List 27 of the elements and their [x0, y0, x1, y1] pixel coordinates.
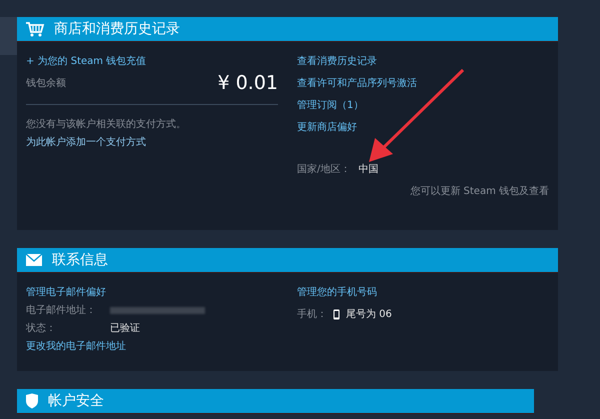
account-link[interactable]: 管理订阅（1） — [297, 98, 364, 112]
phone-value: 尾号为 06 — [346, 308, 392, 321]
phone-label: 手机： — [297, 308, 327, 321]
status-value: 已验证 — [110, 322, 140, 335]
country-value: 中国 — [358, 162, 378, 176]
section-title: 商店和消费历史记录 — [54, 20, 180, 38]
email-prefs-link[interactable]: 管理电子邮件偏好 — [26, 285, 106, 299]
wallet-note: 您可以更新 Steam 钱包及查看 — [410, 184, 549, 198]
account-link[interactable]: 查看消费历史记录 — [297, 54, 377, 68]
wallet-balance: ¥ 0.01 — [218, 72, 278, 94]
section-title: 联系信息 — [52, 251, 108, 269]
add-funds-link[interactable]: + 为您的 Steam 钱包充值 — [26, 54, 146, 68]
phone-icon — [333, 308, 340, 320]
email-label: 电子邮件地址： — [26, 304, 97, 317]
phone-link[interactable]: 管理您的手机号码 — [297, 285, 377, 299]
cart-icon — [25, 21, 45, 37]
add-payment-link[interactable]: 为此帐户添加一个支付方式 — [26, 135, 146, 149]
country-label: 国家/地区： — [297, 162, 350, 176]
status-label: 状态： — [26, 322, 57, 335]
section-title: 帐户安全 — [48, 392, 104, 410]
account-link[interactable]: 查看许可和产品序列号激活 — [297, 76, 417, 90]
change-email-link[interactable]: 更改我的电子邮件地址 — [26, 339, 126, 353]
account-link[interactable]: 更新商店偏好 — [297, 120, 357, 134]
balance-label: 钱包余额 — [26, 76, 66, 90]
shield-icon — [25, 393, 39, 409]
no-payment-text: 您没有与该帐户相关联的支付方式。 — [26, 118, 186, 131]
envelope-icon — [25, 253, 43, 267]
